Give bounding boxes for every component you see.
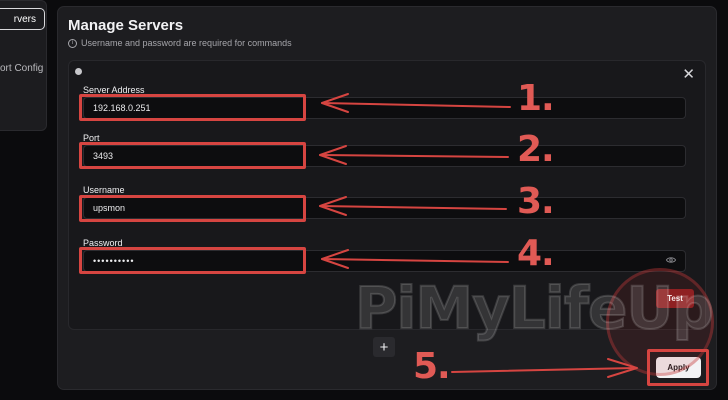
page-title: Manage Servers: [68, 17, 184, 34]
close-icon[interactable]: ✕: [682, 65, 695, 83]
password-input[interactable]: [83, 250, 686, 272]
server-address-input[interactable]: [83, 97, 686, 119]
status-dot-icon: [75, 68, 82, 75]
test-button[interactable]: Test: [656, 289, 694, 308]
password-wrapper: [83, 250, 686, 272]
server-card: ✕ Server Address Port Username Password …: [68, 60, 706, 330]
apply-button[interactable]: Apply: [656, 357, 701, 378]
sidebar-item-servers[interactable]: rvers: [0, 8, 45, 30]
eye-icon[interactable]: [666, 255, 676, 265]
password-label: Password: [83, 238, 123, 248]
add-server-button[interactable]: +: [373, 337, 395, 357]
sidebar-item-label: rvers: [13, 13, 36, 25]
sidebar-item-label: ort Config: [0, 63, 44, 74]
subtitle-text: Username and password are required for c…: [81, 38, 292, 48]
sidebar: rvers ort Config: [0, 0, 47, 131]
username-input[interactable]: [83, 197, 686, 219]
port-label: Port: [83, 133, 100, 143]
port-input[interactable]: [83, 145, 686, 167]
username-label: Username: [83, 185, 125, 195]
server-address-label: Server Address: [83, 85, 145, 95]
info-icon: i: [68, 38, 77, 48]
sidebar-item-export-config[interactable]: ort Config: [0, 63, 47, 74]
manage-servers-panel: Manage Servers i Username and password a…: [57, 6, 717, 390]
page-subtitle: i Username and password are required for…: [68, 38, 292, 48]
